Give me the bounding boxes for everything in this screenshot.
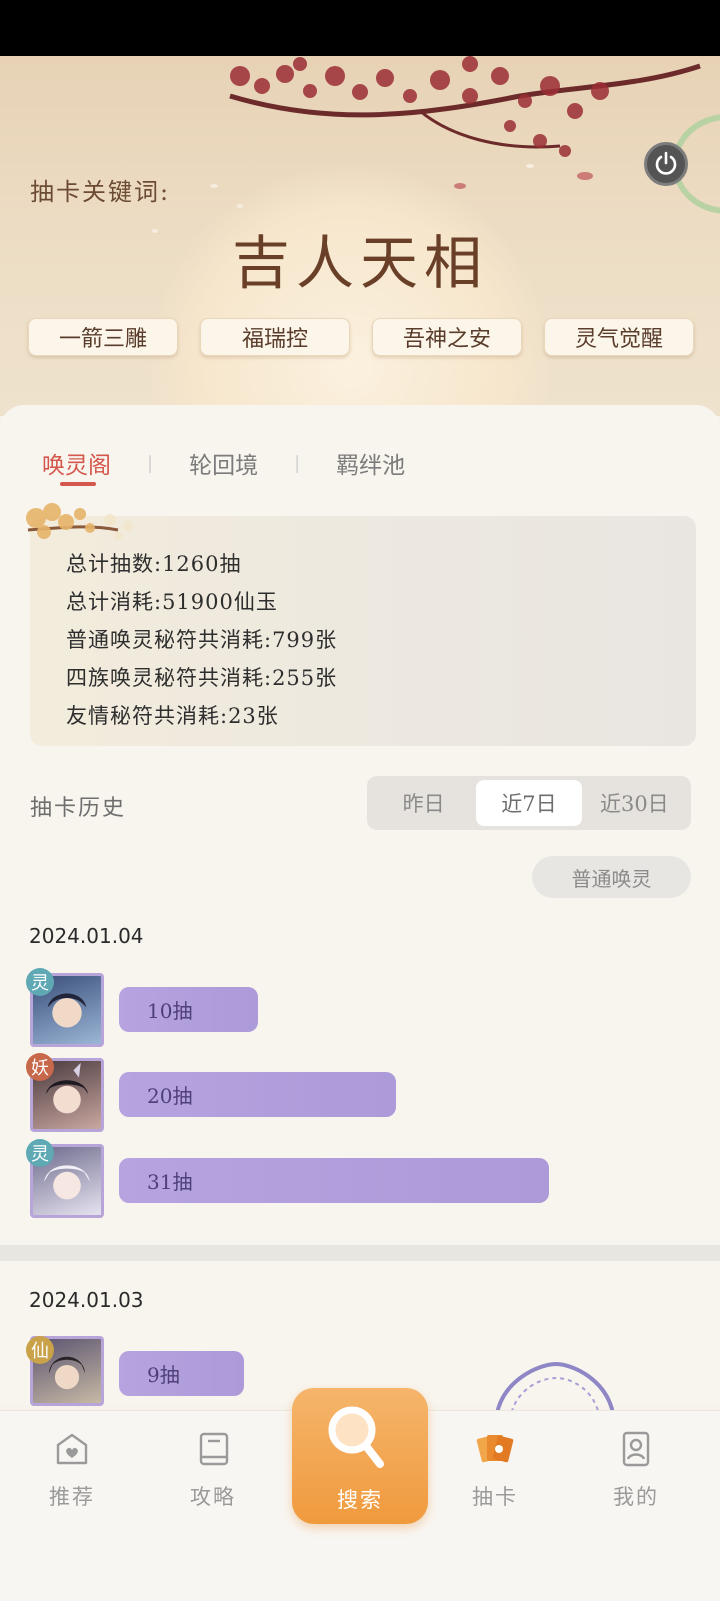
nav-guide-label: 攻略: [190, 1485, 236, 1509]
tab-huanlingge[interactable]: 唤灵阁: [42, 446, 111, 486]
stat-total-cost: 总计消耗:51900仙玉: [66, 590, 278, 614]
keyword-title: 吉人天相: [231, 229, 488, 297]
draw-count-bar: 9抽: [119, 1351, 244, 1396]
element-badge: 仙: [26, 1336, 54, 1364]
range-yesterday[interactable]: 昨日: [371, 780, 476, 826]
keyword-chip[interactable]: 一箭三雕: [28, 318, 178, 356]
power-button[interactable]: [644, 142, 688, 186]
tab-lunhuijing[interactable]: 轮回境: [189, 446, 258, 480]
power-icon: [655, 151, 677, 175]
keyword-label: 抽卡关键词:: [30, 178, 171, 206]
keyword-chip[interactable]: 福瑞控: [200, 318, 350, 356]
element-badge: 灵: [26, 968, 54, 996]
tab-jibanchi[interactable]: 羁绊池: [336, 446, 405, 480]
status-bar: [0, 0, 720, 56]
time-range-selector: 昨日 近7日 近30日: [367, 776, 691, 830]
book-icon: [199, 1432, 229, 1466]
stat-normal-talisman: 普通唤灵秘符共消耗:799张: [66, 628, 338, 652]
search-button[interactable]: 搜索: [292, 1388, 428, 1524]
element-badge: 灵: [26, 1139, 54, 1167]
range-7days[interactable]: 近7日: [476, 780, 582, 826]
tab-separator: |: [147, 452, 154, 474]
draw-count-bar: 31抽: [119, 1158, 549, 1203]
summon-type-filter[interactable]: 普通唤灵: [532, 856, 691, 898]
tab-separator: |: [294, 452, 301, 474]
history-date: 2024.01.03: [29, 1288, 144, 1312]
pool-tabs: 唤灵阁 | 轮回境 | 羁绊池: [42, 446, 405, 486]
stat-total-draws: 总计抽数:1260抽: [66, 552, 242, 576]
nav-draw-label: 抽卡: [472, 1485, 518, 1509]
keyword-chip-row: 一箭三雕 福瑞控 吾神之安 灵气觉醒: [28, 318, 694, 356]
draw-count-bar: 10抽: [119, 987, 258, 1032]
element-badge: 妖: [26, 1053, 54, 1081]
keyword-chip[interactable]: 灵气觉醒: [544, 318, 694, 356]
stat-friend-talisman: 友情秘符共消耗:23张: [66, 704, 279, 728]
nav-recommend-label: 推荐: [49, 1485, 95, 1509]
cards-icon: [476, 1435, 514, 1463]
search-label: 搜索: [337, 1488, 383, 1512]
profile-icon: [622, 1431, 650, 1467]
magnifier-icon: [328, 1406, 384, 1468]
range-30days[interactable]: 近30日: [582, 780, 687, 826]
history-label: 抽卡历史: [30, 796, 127, 821]
heart-home-icon: [56, 1433, 88, 1465]
keyword-chip[interactable]: 吾神之安: [372, 318, 522, 356]
section-divider: [0, 1245, 720, 1261]
history-date: 2024.01.04: [29, 924, 144, 948]
stat-clan-talisman: 四族唤灵秘符共消耗:255张: [66, 666, 338, 690]
nav-mine-label: 我的: [613, 1485, 659, 1509]
draw-count-bar: 20抽: [119, 1072, 396, 1117]
